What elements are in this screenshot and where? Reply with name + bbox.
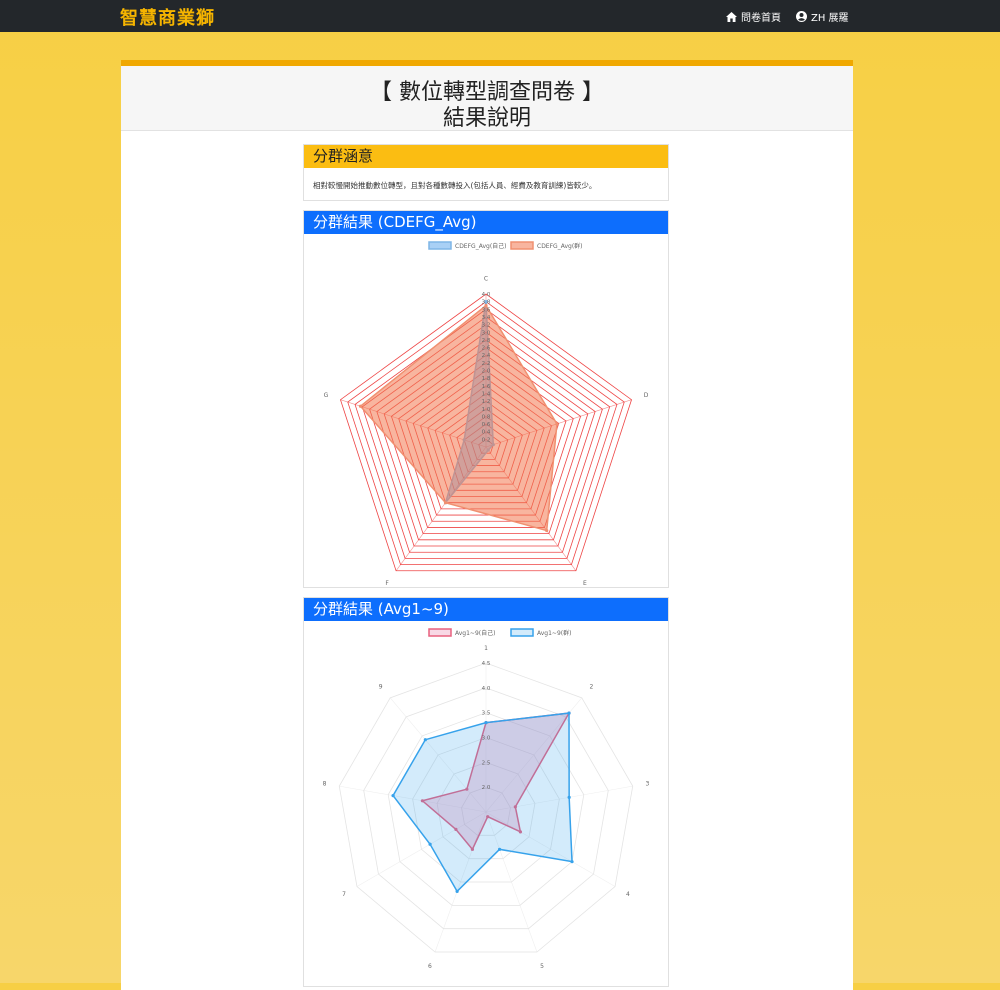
meaning-panel-title: 分群涵意: [304, 145, 668, 168]
data-point-2-1-6[interactable]: [428, 842, 432, 846]
axis-label-2-0: 1: [484, 645, 488, 652]
legend-swatch-1-0[interactable]: [428, 241, 452, 250]
page-subtitle: 結果說明: [442, 106, 531, 131]
nav-home-label: 問卷首頁: [741, 13, 781, 24]
meaning-panel: 分群涵意 相對較慢開始推動數位轉型，且對各種數轉投入(包括人員、經費及教育訓練)…: [303, 144, 669, 201]
tick-label-1-14: 3.0: [482, 330, 491, 336]
axis-label-2-1: 2: [589, 683, 593, 690]
tick-label-1-17: 3.6: [482, 307, 491, 313]
tick-label-2-0: 2.0: [482, 785, 491, 791]
navbar: 智慧商業獅 問卷首頁 ZH 展羅: [0, 0, 1000, 32]
data-point-1-1-3[interactable]: [443, 501, 448, 505]
tick-label-1-19: 4.0: [482, 292, 491, 298]
tick-label-1-15: 3.2: [482, 323, 491, 329]
tick-label-1-5: 1.2: [482, 399, 491, 405]
chart-panel-avg: 分群結果 (Avg1~9) Avg1~9(自己) Avg1~9(群) 2.0 2.5 3…: [303, 597, 669, 987]
legend-swatch-2-0[interactable]: [428, 628, 452, 637]
tick-label-1-18: 3.8: [482, 300, 491, 306]
legend-label-1-1: CDEFG_Avg(群): [537, 242, 583, 250]
data-point-2-1-8[interactable]: [423, 738, 427, 742]
tick-label-2-4: 4.0: [482, 686, 491, 692]
data-point-2-1-0[interactable]: [484, 721, 488, 725]
axis-label-2-8: 9: [379, 683, 383, 690]
tick-label-2-3: 3.5: [482, 711, 491, 717]
radar-chart-cdefg: CDEFG_Avg(自己) CDEFG_Avg(群) 0.20.4 0.6 0.81.0…: [324, 241, 649, 587]
result-card: 【 數位轉型調查問卷 】 結果說明 分群涵意 相對較慢開始推動數位轉型，且對各種…: [121, 60, 853, 990]
tick-label-1-13: 2.8: [482, 338, 491, 344]
axis-label-2-6: 7: [342, 891, 346, 898]
chart-panel-cdefg: 分群結果 (CDEFG_Avg) CDEFG_Avg(自己) CDEFG_Avg(…: [303, 210, 669, 588]
card-header: 【 數位轉型調查問卷 】 結果說明: [121, 66, 853, 131]
nav-home-link[interactable]: 問卷首頁: [726, 9, 781, 24]
tick-label-1-3: 0.8: [482, 414, 491, 420]
data-point-2-1-1[interactable]: [567, 711, 571, 715]
axis-label-2-5: 6: [428, 963, 432, 970]
data-point-2-1-2[interactable]: [567, 795, 571, 799]
data-point-2-1-4[interactable]: [497, 847, 502, 851]
tick-label-1-8: 1.8: [482, 376, 491, 382]
data-point-1-1-1[interactable]: [555, 422, 559, 426]
tick-label-1-0: 0.2: [482, 437, 491, 443]
data-point-1-1-2[interactable]: [545, 528, 549, 533]
tick-label-1-9: 2.0: [482, 369, 491, 375]
nav-user-link[interactable]: ZH 展羅: [796, 9, 849, 24]
tick-label-1-11: 2.4: [482, 353, 491, 359]
legend-label-1-0: CDEFG_Avg(自己): [455, 242, 507, 250]
brand-logo[interactable]: 智慧商業獅: [120, 4, 215, 30]
nav-user-label: ZH 展羅: [811, 13, 849, 24]
legend-swatch-1-1[interactable]: [510, 241, 534, 250]
chart-panel-cdefg-title: 分群結果 (CDEFG_Avg): [304, 211, 668, 234]
tick-label-1-10: 2.2: [482, 361, 491, 367]
data-point-2-1-3[interactable]: [570, 860, 574, 864]
legend-label-2-1: Avg1~9(群): [537, 629, 571, 637]
home-icon: [726, 11, 737, 22]
axis-label-2-7: 8: [323, 781, 327, 788]
tick-label-1-6: 1.4: [482, 391, 491, 397]
axis-label-2-2: 3: [645, 781, 649, 788]
tick-label-1-1: 0.4: [482, 430, 491, 436]
data-point-1-1-4[interactable]: [358, 404, 363, 408]
user-circle-icon: [796, 11, 807, 22]
legend-swatch-2-1[interactable]: [510, 628, 534, 637]
axis-label-2-4: 5: [540, 963, 544, 970]
tick-label-2-1: 2.5: [482, 760, 491, 766]
radar-chart-avg: Avg1~9(自己) Avg1~9(群) 2.0 2.5 3.0 3.5 4.0 4.5 1 2 3…: [323, 628, 649, 970]
tick-label-1-12: 2.6: [482, 346, 491, 352]
tick-label-1-2: 0.6: [482, 422, 491, 428]
data-point-2-1-5[interactable]: [455, 889, 459, 893]
tick-label-1-7: 1.6: [482, 384, 491, 390]
tick-label-1-16: 3.4: [482, 315, 491, 321]
data-point-2-1-7[interactable]: [391, 794, 395, 798]
meaning-panel-text: 相對較慢開始推動數位轉型，且對各種數轉投入(包括人員、經費及教育訓練)皆較少。: [313, 181, 597, 190]
axis-label-1-0: C: [484, 276, 488, 283]
axis-label-1-1: D: [644, 392, 649, 399]
legend-label-2-0: Avg1~9(自己): [455, 629, 495, 637]
tick-label-1-4: 1.0: [482, 407, 491, 413]
tick-label-2-5: 4.5: [482, 661, 491, 667]
chart-panel-avg-title: 分群結果 (Avg1~9): [304, 598, 668, 621]
tick-label-2-2: 3.0: [482, 736, 491, 742]
axis-label-1-4: G: [324, 392, 329, 399]
axis-label-2-3: 4: [626, 891, 630, 898]
axis-label-1-2: E: [583, 580, 587, 587]
axis-label-1-3: F: [385, 580, 389, 587]
